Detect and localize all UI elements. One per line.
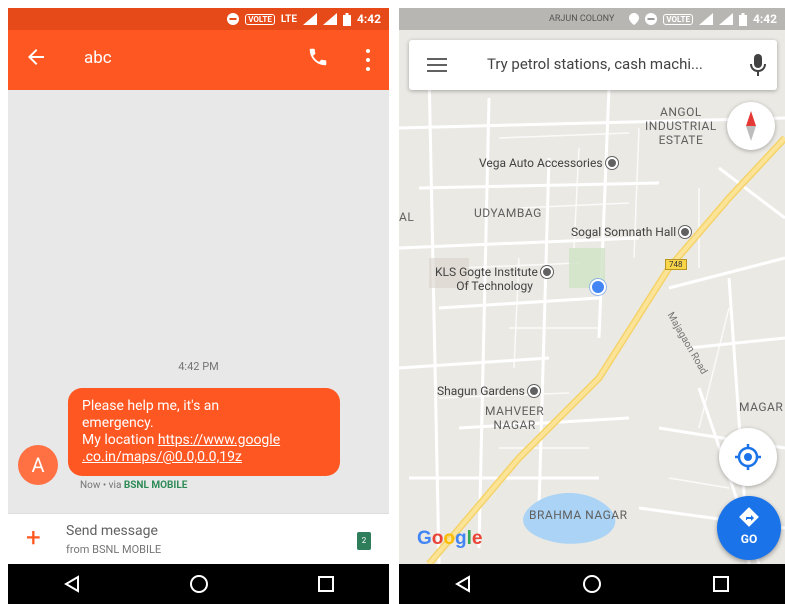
sim-source-label: from BSNL MOBILE (66, 543, 162, 556)
message-line-1: Please help me, it's an (82, 398, 220, 414)
crosshair-icon (735, 444, 761, 470)
nav-recents-icon[interactable] (314, 572, 338, 596)
signal-icon (302, 13, 317, 25)
nav-back-icon[interactable] (451, 572, 475, 596)
message-meta: Now • via BSNL MOBILE (80, 480, 187, 491)
nav-recents-icon[interactable] (709, 572, 733, 596)
attach-plus-icon[interactable]: + (26, 524, 41, 552)
phone-call-icon[interactable] (307, 46, 333, 72)
volte-badge: VOLTE (245, 13, 275, 25)
area-label-brahma-nagar: BRAHMA NAGAR (529, 508, 628, 522)
place-shagun-gardens[interactable]: Shagun Gardens (437, 384, 540, 398)
place-pin-icon (540, 266, 553, 278)
send-message-input[interactable]: Send message (66, 523, 158, 539)
place-kls-gogte[interactable]: KLS Gogte Institute Of Technology (435, 265, 553, 293)
lte-label: LTE (280, 13, 297, 25)
back-arrow-icon[interactable] (26, 44, 46, 74)
overflow-menu-icon[interactable] (363, 46, 373, 74)
meta-carrier: BSNL MOBILE (123, 480, 188, 491)
top-area-label: ARJUN COLONY (549, 14, 615, 24)
location-link-part-1[interactable]: https://www.google (158, 432, 280, 448)
signal-icon-2 (718, 13, 733, 25)
place-pin-icon (679, 226, 692, 238)
system-nav-bar (399, 564, 785, 604)
google-logo: Google (417, 528, 483, 549)
message-composer: + Send message from BSNL MOBILE 2 (8, 513, 389, 564)
battery-icon (342, 12, 351, 26)
status-bar: VOLTE LTE 4:42 (8, 8, 389, 30)
volte-badge: VOLTE (663, 13, 693, 25)
signal-icon-2 (322, 13, 337, 25)
go-directions-button[interactable]: GO (717, 496, 781, 560)
area-label-udyambag: UDYAMBAG (474, 206, 542, 220)
battery-icon (738, 12, 747, 26)
place-pin-icon (605, 157, 618, 169)
maps-search-bar[interactable]: Try petrol stations, cash machi... (409, 40, 777, 90)
location-label: My location (82, 432, 158, 448)
message-timestamp: 4:42 PM (178, 360, 219, 373)
conversation-title: abc (84, 48, 112, 68)
place-pin-icon (527, 385, 540, 397)
conversation-appbar: abc (8, 30, 389, 90)
contact-avatar[interactable]: A (18, 445, 58, 485)
place-vega-auto[interactable]: Vega Auto Accessories (479, 156, 618, 170)
maps-screen: ARJUN COLONY VOLTE 4:42 Try petrol stati… (399, 8, 785, 604)
location-link-part-2[interactable]: .co.in/maps/@0.0,0.0,19z (82, 449, 326, 466)
status-time: 4:42 (356, 12, 381, 26)
messaging-screen: VOLTE LTE 4:42 abc 4:42 PM A Please help… (8, 8, 389, 604)
current-location-dot (590, 279, 606, 295)
microphone-icon[interactable] (749, 53, 767, 77)
message-line-2: emergency. (82, 415, 154, 431)
hamburger-menu-icon[interactable] (427, 58, 447, 72)
nav-home-icon[interactable] (187, 572, 211, 596)
area-label-al: AL (399, 210, 415, 224)
meta-prefix: Now • via (80, 480, 124, 491)
area-label-mahveer-nagar: MAHVEER NAGAR (485, 404, 545, 432)
area-label-angol: ANGOL INDUSTRIAL ESTATE (645, 105, 717, 147)
location-status-icon (629, 13, 640, 25)
status-bar: ARJUN COLONY VOLTE 4:42 (399, 8, 785, 30)
area-label-magar: MAGAR (739, 400, 784, 414)
message-bubble[interactable]: Please help me, it's an emergency. My lo… (68, 388, 340, 476)
system-nav-bar (8, 564, 389, 604)
go-label: GO (740, 532, 758, 546)
dnd-icon (645, 13, 658, 25)
dnd-icon (227, 13, 240, 25)
my-location-button[interactable] (719, 428, 777, 486)
sim-selector-icon[interactable]: 2 (357, 532, 371, 550)
compass-icon[interactable] (727, 102, 775, 150)
search-input[interactable]: Try petrol stations, cash machi... (487, 55, 703, 73)
nav-home-icon[interactable] (580, 572, 604, 596)
signal-icon (698, 13, 713, 25)
nav-back-icon[interactable] (60, 572, 84, 596)
highway-shield: 748 (665, 259, 687, 270)
place-sogal-somnath[interactable]: Sogal Somnath Hall (571, 225, 692, 239)
directions-icon (739, 507, 759, 527)
status-time: 4:42 (752, 12, 777, 26)
